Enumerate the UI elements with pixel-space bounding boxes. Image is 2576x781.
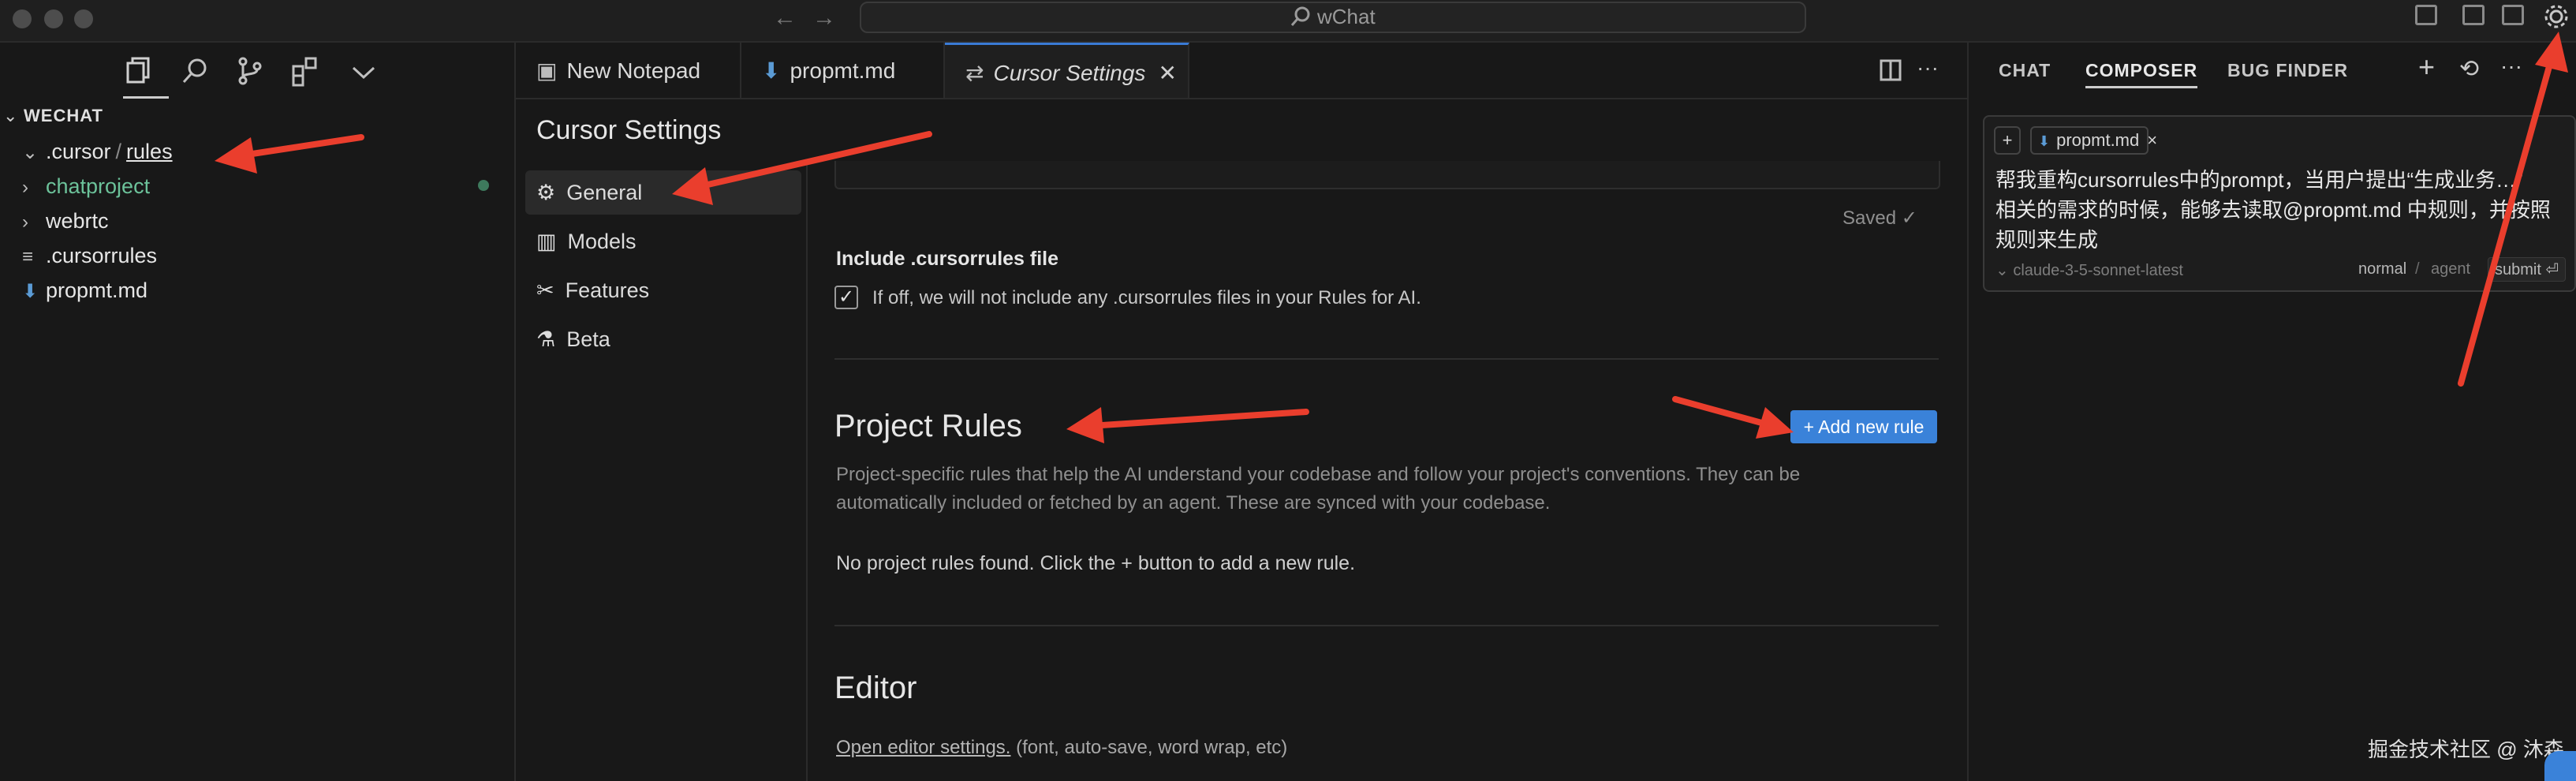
annotation-arrow: [1087, 409, 1309, 429]
annotation-arrow: [1672, 396, 1776, 429]
annotation-arrowhead: [1066, 407, 1104, 443]
annotation-arrowhead: [215, 137, 257, 174]
annotation-arrow: [2458, 52, 2555, 387]
annotation-arrows: [215, 32, 2568, 443]
annotation-arrow: [691, 131, 932, 191]
annotation-arrow: [233, 134, 364, 159]
annotation-arrowhead: [1756, 407, 1794, 439]
annotation-arrowhead: [672, 167, 713, 205]
annotation-arrowhead: [2535, 32, 2568, 73]
